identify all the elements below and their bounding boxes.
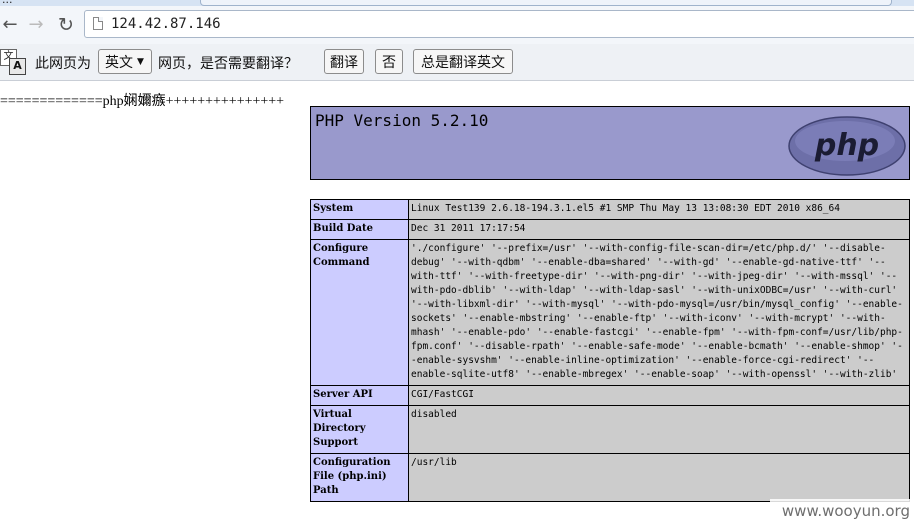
table-row: System Linux Test139 2.6.18-194.3.1.el5 #… bbox=[310, 199, 910, 220]
php-logo-text: php bbox=[814, 128, 879, 163]
table-row: Server API CGI/FastCGI bbox=[310, 385, 910, 406]
chevron-down-icon: ▼ bbox=[137, 56, 144, 67]
language-select-value: 英文 bbox=[105, 54, 133, 71]
translate-question-text: 网页，是否需要翻译？ bbox=[158, 56, 298, 72]
phpinfo-header: PHP Version 5.2.10 php bbox=[310, 106, 910, 180]
translate-infobar: 文 A 此网页为 英文 ▼ 网页，是否需要翻译？ 翻译 否 总是翻译英文 bbox=[0, 44, 914, 81]
row-value: /usr/lib bbox=[408, 453, 910, 502]
row-value: Linux Test139 2.6.18-194.3.1.el5 #1 SMP … bbox=[408, 199, 910, 220]
row-value: './configure' '--prefix=/usr' '--with-co… bbox=[408, 239, 910, 386]
row-label: Configuration File (php.ini) Path bbox=[310, 453, 409, 502]
table-row: Configure Command './configure' '--prefix… bbox=[310, 239, 910, 386]
row-value: disabled bbox=[408, 405, 910, 454]
row-label: Configure Command bbox=[310, 239, 409, 386]
table-row: Configuration File (php.ini) Path/usr/li… bbox=[310, 453, 910, 502]
row-value: Dec 31 2011 17:17:54 bbox=[408, 219, 910, 240]
row-label: System bbox=[310, 199, 409, 220]
reload-button[interactable]: ↻ bbox=[56, 14, 76, 36]
forward-button[interactable]: → bbox=[26, 14, 46, 36]
table-row: Virtual Directory Support disabled bbox=[310, 405, 910, 454]
back-button[interactable]: ← bbox=[0, 14, 20, 36]
url-text[interactable]: 124.42.87.146 bbox=[111, 16, 221, 32]
row-label: Virtual Directory Support bbox=[310, 405, 409, 454]
language-select[interactable]: 英文 ▼ bbox=[98, 49, 152, 74]
row-label: Build Date bbox=[310, 219, 409, 240]
no-translate-button[interactable]: 否 bbox=[375, 49, 403, 74]
always-translate-button[interactable]: 总是翻译英文 bbox=[413, 49, 513, 74]
debug-output-line: =============php娴嬭瘯+++++++++++++++ bbox=[0, 94, 285, 109]
translate-icon: 文 A bbox=[0, 49, 26, 75]
row-value: CGI/FastCGI bbox=[408, 385, 910, 406]
php-logo[interactable]: php bbox=[787, 115, 907, 177]
translate-icon-glyph-a: A bbox=[9, 58, 26, 75]
reload-icon: ↻ bbox=[58, 13, 74, 36]
page-title: PHP Version 5.2.10 bbox=[315, 111, 489, 130]
browser-toolbar: ← → ↻ 124.42.87.146 bbox=[0, 6, 914, 44]
translate-button[interactable]: 翻译 bbox=[324, 49, 364, 74]
watermark: www.wooyun.org bbox=[770, 499, 914, 523]
table-row: Build Date Dec 31 2011 17:17:54 bbox=[310, 219, 910, 240]
back-arrow-icon: ← bbox=[2, 14, 18, 35]
forward-arrow-icon: → bbox=[28, 14, 44, 35]
translate-prefix-text: 此网页为 bbox=[35, 56, 91, 72]
phpinfo-table: System Linux Test139 2.6.18-194.3.1.el5 #… bbox=[310, 199, 910, 502]
row-label: Server API bbox=[310, 385, 409, 406]
address-bar[interactable]: 124.42.87.146 bbox=[84, 10, 914, 38]
page-icon bbox=[93, 17, 103, 30]
